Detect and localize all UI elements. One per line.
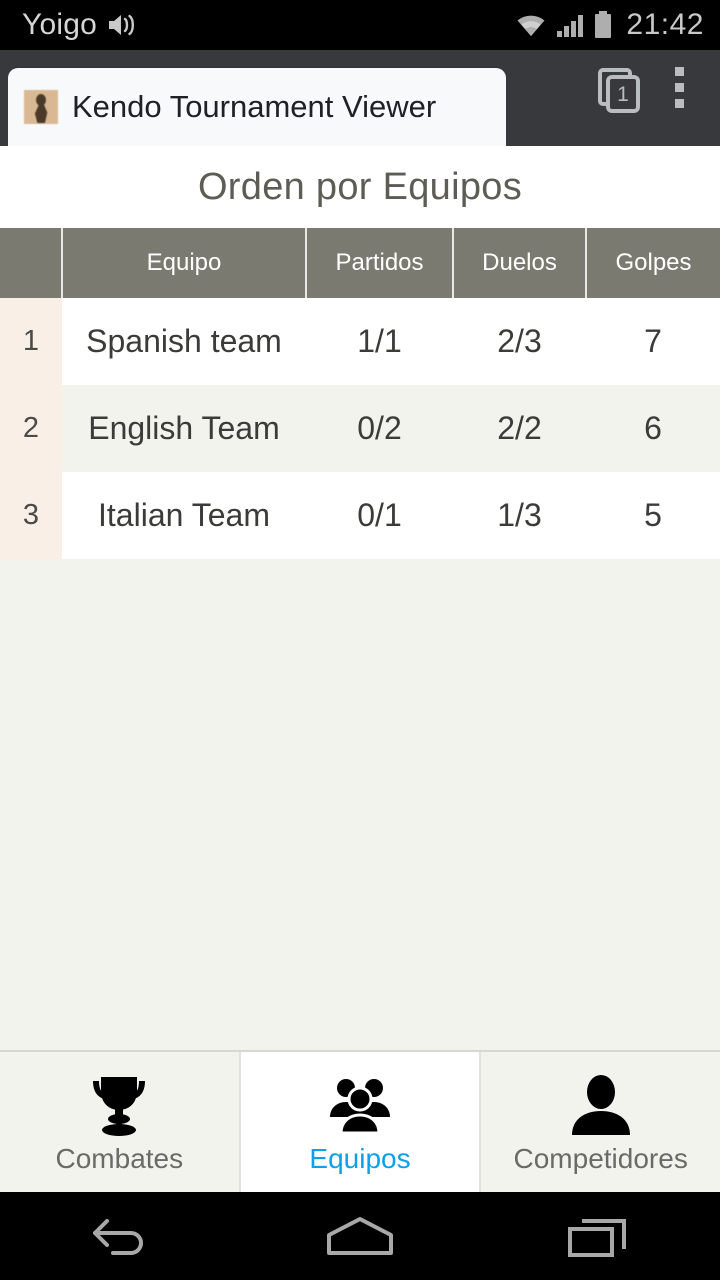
cell-team: English Team	[62, 385, 306, 472]
table-header-row: Equipo Partidos Duelos Golpes	[0, 228, 720, 298]
tab-label-competidores: Competidores	[513, 1143, 688, 1174]
table-body: 1 Spanish team 1/1 2/3 7 2 English Team …	[0, 298, 720, 559]
page-title: Orden por Equipos	[197, 165, 523, 208]
table-row[interactable]: 1 Spanish team 1/1 2/3 7	[0, 298, 720, 385]
browser-tab-title: Kendo Tournament Viewer	[72, 89, 437, 124]
cell-partidos: 0/2	[306, 385, 453, 472]
cell-rank: 1	[0, 298, 62, 385]
tab-competidores[interactable]: Competidores	[481, 1052, 720, 1192]
person-icon	[570, 1069, 632, 1137]
cell-duelos: 2/2	[453, 385, 586, 472]
tab-combates[interactable]: Combates	[0, 1052, 241, 1192]
table-row[interactable]: 2 English Team 0/2 2/2 6	[0, 385, 720, 472]
cell-golpes: 6	[586, 385, 720, 472]
wifi-icon	[514, 12, 548, 38]
team-standings-table: Equipo Partidos Duelos Golpes 1 Spanish …	[0, 228, 720, 560]
cell-golpes: 5	[586, 472, 720, 559]
cell-team: Italian Team	[62, 472, 306, 559]
browser-tab-strip: Kendo Tournament Viewer 1	[0, 50, 720, 146]
cell-partidos: 0/1	[306, 472, 453, 559]
menu-dot	[674, 82, 684, 92]
phone-screen: Yoigo 21:42 Kendo Tournament Viewer 1 Or…	[0, 0, 720, 1280]
cell-rank: 3	[0, 472, 62, 559]
column-header-duelos[interactable]: Duelos	[453, 228, 587, 298]
menu-dot	[674, 66, 684, 76]
cellular-signal-icon	[556, 12, 586, 38]
cell-golpes: 7	[586, 298, 720, 385]
column-header-rank[interactable]	[0, 228, 63, 298]
home-icon[interactable]	[285, 1192, 435, 1280]
group-people-icon	[324, 1069, 396, 1137]
battery-icon	[594, 11, 612, 39]
table-header: Equipo Partidos Duelos Golpes	[0, 228, 720, 298]
back-icon[interactable]	[45, 1192, 195, 1280]
tab-count-label: 1	[617, 82, 629, 106]
cell-rank: 2	[0, 385, 62, 472]
tab-label-combates: Combates	[55, 1143, 184, 1174]
status-bar-right: 21:42	[514, 8, 704, 42]
browser-tab-active[interactable]: Kendo Tournament Viewer	[8, 68, 506, 146]
volume-icon	[107, 12, 137, 38]
web-page-content: Orden por Equipos Equipo Partidos Duelos…	[0, 146, 720, 1050]
kendo-fighter-favicon	[24, 90, 58, 124]
trophy-icon	[85, 1069, 153, 1137]
cell-team: Spanish team	[62, 298, 306, 385]
tab-equipos[interactable]: Equipos	[240, 1052, 482, 1192]
bottom-tab-bar: Combates Equipos Competidores	[0, 1050, 720, 1192]
android-navigation-bar	[0, 1192, 720, 1280]
column-header-partidos[interactable]: Partidos	[306, 228, 454, 298]
menu-dot	[674, 98, 684, 108]
more-options-icon[interactable]	[656, 59, 702, 115]
tab-label-equipos: Equipos	[309, 1143, 411, 1174]
status-bar-clock: 21:42	[626, 8, 704, 41]
recent-apps-icon[interactable]	[525, 1192, 675, 1280]
cell-duelos: 1/3	[453, 472, 586, 559]
cell-partidos: 1/1	[306, 298, 453, 385]
browser-chrome-actions: 1	[592, 50, 720, 146]
column-header-golpes[interactable]: Golpes	[586, 228, 720, 298]
column-header-equipo[interactable]: Equipo	[62, 228, 307, 298]
carrier-label: Yoigo	[22, 8, 97, 41]
android-status-bar: Yoigo 21:42	[0, 0, 720, 50]
cell-duelos: 2/3	[453, 298, 586, 385]
status-bar-left: Yoigo	[22, 8, 137, 42]
table-row[interactable]: 3 Italian Team 0/1 1/3 5	[0, 472, 720, 559]
page-empty-area	[0, 559, 720, 1050]
page-title-band: Orden por Equipos	[0, 146, 720, 228]
tab-switcher-button[interactable]: 1	[592, 60, 646, 114]
tab-stack-front-icon: 1	[606, 75, 640, 113]
